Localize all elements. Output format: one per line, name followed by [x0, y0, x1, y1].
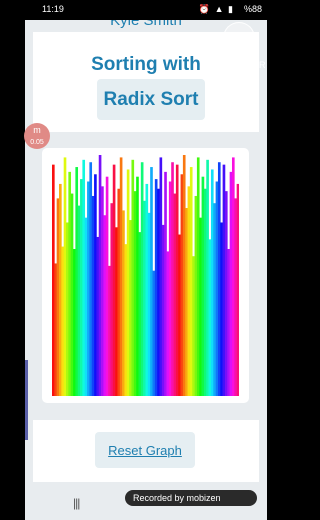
mobizen-bubble-icon[interactable]: m 0.05: [24, 123, 50, 149]
chart-bar: [63, 157, 67, 396]
reset-card: Reset Graph: [33, 420, 259, 482]
chart-bar: [164, 171, 167, 396]
chart-bar: [110, 203, 114, 396]
chart-bar: [119, 157, 123, 396]
chart-bar: [217, 162, 221, 396]
chart-bar: [108, 265, 111, 396]
battery-level: %88: [243, 4, 262, 14]
watermark-text: KINEMASTER: [207, 60, 266, 70]
chart-bar: [124, 244, 128, 396]
chart-bar: [105, 176, 109, 396]
chart-bar: [187, 186, 191, 396]
chart-bar: [136, 176, 139, 396]
chart-bar: [138, 232, 142, 396]
chart-bar: [101, 186, 104, 396]
algorithm-label: Radix Sort: [103, 89, 199, 110]
chart-bar: [154, 179, 158, 396]
chart-bar: [117, 188, 121, 396]
chart-bar: [103, 215, 107, 396]
chart-bar: [70, 193, 74, 396]
chart-bar: [159, 157, 163, 396]
chart-bar: [129, 220, 132, 396]
chart-bar: [208, 239, 212, 396]
chart-card: [42, 148, 249, 403]
algorithm-label-box: Radix Sort: [97, 79, 205, 120]
chart-bar: [112, 164, 116, 396]
chart-bar: [227, 248, 230, 396]
chart-bar: [61, 246, 64, 396]
chart-bar: [234, 198, 237, 396]
chart-bar: [178, 234, 181, 396]
chart-bar: [213, 203, 216, 396]
chart-bar: [143, 200, 146, 396]
chart-bar: [220, 222, 223, 396]
chart-bar: [73, 248, 76, 396]
chart-bar: [75, 167, 79, 396]
recorder-badge: Recorded by mobizen: [125, 490, 257, 506]
chart-bar: [229, 171, 233, 396]
chart-bar: [122, 210, 125, 396]
chart-bar: [89, 162, 93, 396]
chart-bar: [210, 169, 214, 396]
sort-bar-chart: [52, 155, 239, 396]
chart-bar: [194, 195, 198, 396]
chart-bar: [152, 270, 156, 396]
chart-bar: [203, 188, 207, 396]
chart-bar: [173, 193, 177, 396]
chart-bar: [175, 164, 179, 396]
chart-bar: [157, 188, 160, 396]
chart-bar: [126, 169, 130, 396]
chart-bar: [98, 155, 102, 396]
chart-bar: [96, 236, 100, 396]
chart-bar: [91, 195, 95, 396]
chart-bar: [133, 191, 137, 396]
chart-bar: [94, 174, 97, 396]
chart-bar: [59, 183, 62, 396]
chart-bar: [150, 167, 153, 396]
edge-panel-handle[interactable]: [25, 360, 28, 440]
bubble-subtext: 0.05: [30, 139, 44, 146]
chart-bar: [166, 251, 170, 396]
status-time: 11:19: [42, 4, 64, 14]
chart-bar: [77, 205, 81, 396]
chart-bar: [80, 179, 83, 396]
chart-bar: [199, 217, 202, 396]
chart-bar: [161, 224, 165, 396]
status-icons: ⏰ ▲ ▮: [198, 4, 234, 14]
chart-bar: [52, 164, 55, 396]
chart-bar: [185, 208, 188, 396]
chart-bar: [131, 159, 135, 396]
chart-bar: [201, 176, 205, 396]
chart-bar: [180, 174, 184, 396]
chart-bar: [66, 222, 69, 396]
chart-bar: [115, 227, 118, 396]
chart-bar: [140, 162, 144, 396]
chart-bar: [171, 162, 174, 396]
recents-icon[interactable]: |||: [73, 496, 80, 510]
chart-bar: [231, 157, 235, 396]
status-bar: 11:19 ⏰ ▲ ▮ %88: [0, 0, 292, 20]
chart-bar: [196, 157, 200, 396]
chart-bar: [82, 159, 86, 396]
chart-bar: [87, 181, 90, 396]
chart-bar: [168, 181, 172, 396]
chart-bar: [147, 212, 151, 396]
chart-bar: [236, 183, 239, 396]
chart-bar: [224, 191, 228, 396]
chart-bar: [145, 183, 149, 396]
chart-bar: [68, 171, 71, 396]
chart-bar: [84, 217, 88, 396]
chart-bar: [215, 181, 219, 396]
reset-graph-button[interactable]: Reset Graph: [95, 432, 195, 468]
chart-bar: [189, 167, 193, 396]
chart-bar: [54, 263, 57, 396]
chart-bar: [56, 198, 60, 396]
chart-bar: [192, 256, 195, 396]
bubble-letter: m: [33, 125, 41, 135]
chart-bar: [182, 155, 186, 396]
chart-bar: [206, 159, 209, 396]
chart-bar: [222, 164, 226, 396]
kinemaster-logo-icon: [223, 22, 255, 54]
app-screen: Kyle Smith Sorting with Radix Sort Reset…: [25, 0, 267, 520]
